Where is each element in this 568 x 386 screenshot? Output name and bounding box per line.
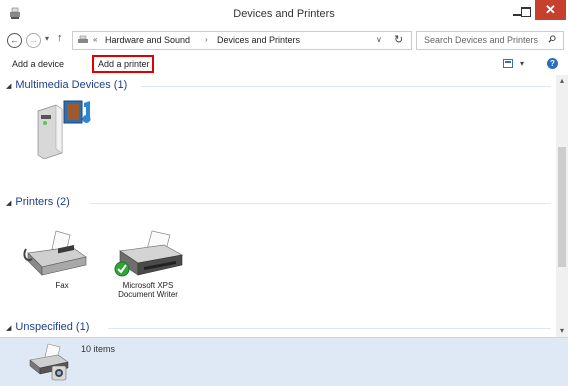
- device-label: Fax: [55, 281, 69, 290]
- close-button[interactable]: ✕: [535, 0, 566, 20]
- group-divider: [141, 86, 551, 87]
- change-view-icon[interactable]: [503, 59, 513, 68]
- group-header-printers[interactable]: ◢ Printers (2): [6, 196, 70, 208]
- devices-printers-icon: [78, 35, 88, 43]
- add-printer-button[interactable]: Add a printer: [92, 55, 154, 73]
- address-box[interactable]: « Hardware and Sound › Devices and Print…: [72, 31, 412, 50]
- group-header-unspecified[interactable]: ◢ Unspecified (1): [6, 321, 89, 333]
- fax-icon: [23, 230, 87, 276]
- title-bar: Devices and Printers ✕: [0, 0, 568, 28]
- forward-button[interactable]: →: [26, 33, 41, 48]
- search-icon[interactable]: [548, 35, 556, 43]
- printer-item-fax[interactable]: Fax: [22, 229, 102, 291]
- group-divider: [90, 203, 551, 204]
- collapse-arrow-icon: ◢: [6, 83, 12, 90]
- scroll-down-button[interactable]: ▾: [556, 325, 568, 337]
- device-stack-icon: [29, 343, 69, 381]
- devices-list: ◢ Multimedia Devices (1) ◢ Printers (2) Fa…: [0, 75, 556, 337]
- address-bar-row: ← → ▾ ↑ « Hardware and Sound › Devices a…: [0, 28, 568, 52]
- address-overflow-chevron[interactable]: «: [93, 35, 97, 44]
- search-input[interactable]: Search Devices and Printers: [416, 31, 564, 50]
- view-options-dropdown[interactable]: ▾: [520, 59, 524, 68]
- details-pane: 10 items: [0, 337, 568, 386]
- scrollbar-thumb[interactable]: [558, 147, 566, 267]
- media-device-item[interactable]: [30, 97, 102, 165]
- media-server-icon: [37, 100, 91, 160]
- device-label: Microsoft XPS Document Writer: [118, 281, 178, 299]
- scroll-up-button[interactable]: ▴: [556, 75, 568, 87]
- printer-item-microsoft-xps-document-writer[interactable]: Microsoft XPS Document Writer: [106, 229, 190, 309]
- collapse-arrow-icon: ◢: [6, 325, 12, 332]
- maximize-button[interactable]: [517, 4, 535, 22]
- address-dropdown-button[interactable]: ∨: [376, 35, 382, 44]
- back-button[interactable]: ←: [7, 33, 22, 48]
- window-title: Devices and Printers: [233, 8, 335, 20]
- add-device-button[interactable]: Add a device: [12, 59, 64, 69]
- breadcrumb-separator[interactable]: ›: [205, 35, 208, 44]
- vertical-scrollbar[interactable]: ▴ ▾: [556, 75, 568, 337]
- breadcrumb-hardware-and-sound[interactable]: Hardware and Sound: [105, 35, 190, 45]
- help-button[interactable]: ?: [547, 58, 558, 69]
- printer-icon: [114, 230, 184, 277]
- group-header-multimedia[interactable]: ◢ Multimedia Devices (1): [6, 79, 127, 91]
- up-button[interactable]: ↑: [57, 32, 63, 44]
- search-placeholder: Search Devices and Printers: [424, 35, 539, 45]
- breadcrumb-devices-and-printers[interactable]: Devices and Printers: [217, 35, 300, 45]
- group-divider: [108, 328, 551, 329]
- item-count: 10 items: [81, 344, 116, 354]
- command-bar: Add a device Add a printer ▾ ?: [0, 55, 568, 75]
- collapse-arrow-icon: ◢: [6, 200, 12, 207]
- recent-locations-button[interactable]: ▾: [45, 34, 49, 43]
- refresh-button[interactable]: ↻: [394, 33, 403, 46]
